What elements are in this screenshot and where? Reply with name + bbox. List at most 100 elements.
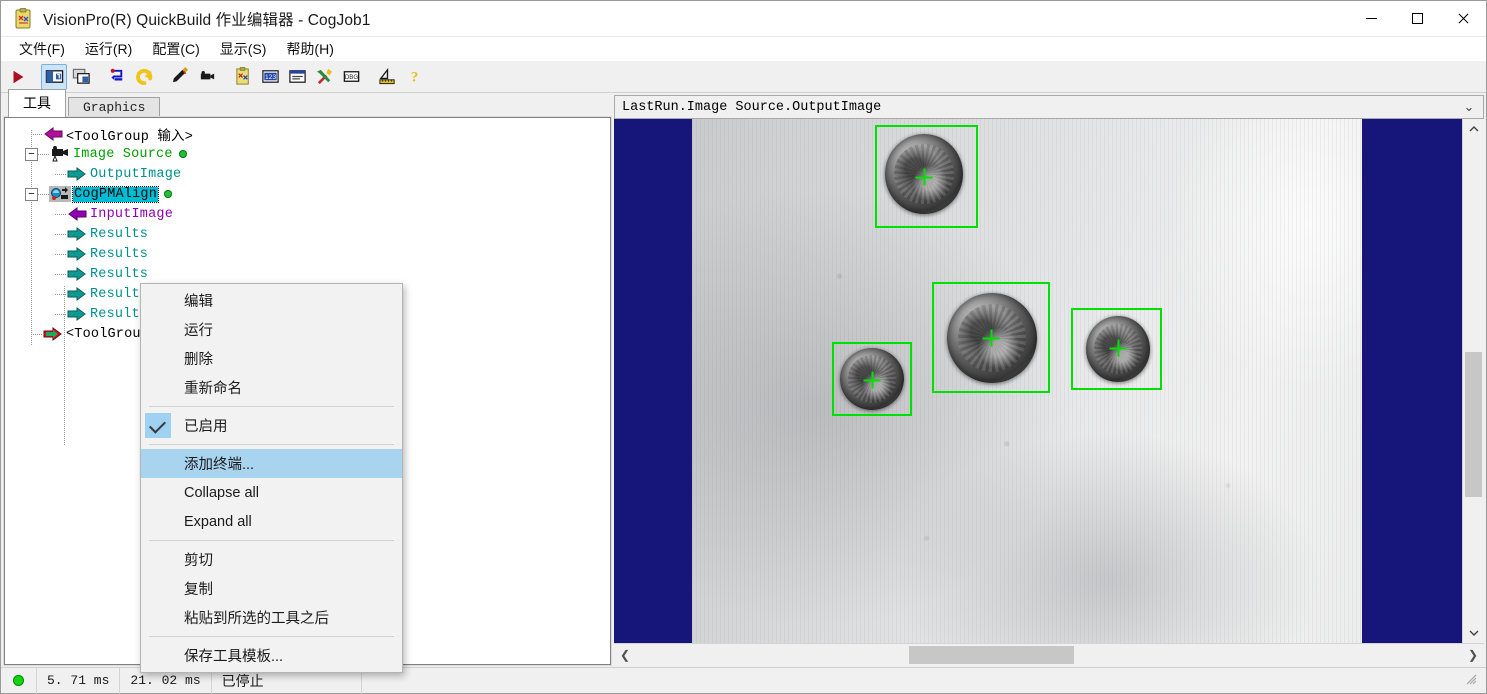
menu-help[interactable]: 帮助(H) [276,37,343,61]
coin-3-center-cross [1109,339,1127,357]
tree-node-label: Results [90,246,149,262]
vertical-scroll-track[interactable] [1463,139,1484,623]
scroll-right-arrow-icon[interactable]: ❯ [1462,648,1484,662]
ctx-delete[interactable]: 删除 [141,344,402,373]
calibration-icon[interactable] [374,64,400,90]
show-results-panel-icon[interactable] [68,64,94,90]
ctx-collapse-all[interactable]: Collapse all [141,478,402,507]
close-button[interactable] [1440,1,1486,37]
arrow-out-icon [66,266,88,282]
coin-1-center-cross [915,168,933,186]
tree-node-image-source[interactable]: − Image Source [5,144,610,164]
svg-text:?: ? [410,69,418,86]
image-horizontal-scrollbar[interactable]: ❮ ❯ [614,643,1484,665]
maximize-button[interactable] [1394,1,1440,37]
tree-node-label: Image Source [73,146,173,162]
expander-minus-icon[interactable]: − [25,187,38,201]
help-icon[interactable]: ? [401,64,427,90]
run-icon[interactable] [5,64,31,90]
status-spacer [362,668,1464,694]
arrow-out-icon [66,226,88,242]
vertical-scroll-thumb[interactable] [1465,351,1482,498]
ctx-run[interactable]: 运行 [141,315,402,344]
undo-icon[interactable] [131,64,157,90]
ctx-copy[interactable]: 复制 [141,574,402,603]
tab-strip: 工具 Graphics [4,89,611,118]
menu-file[interactable]: 文件(F) [9,37,75,61]
scroll-down-arrow-icon[interactable] [1463,623,1484,643]
tree-node-toolgroup-input[interactable]: <ToolGroup 输入> [5,124,610,145]
tree-node-outputimage[interactable]: OutputImage [5,164,610,184]
menu-bar: 文件(F) 运行(R) 配置(C) 显示(S) 帮助(H) [1,37,1486,61]
tab-tools[interactable]: 工具 [8,89,66,117]
tree-node-results[interactable]: Results [5,244,610,264]
scroll-up-arrow-icon[interactable] [1463,119,1484,139]
job-properties-icon[interactable] [230,64,256,90]
arrow-out-icon [66,166,88,182]
green-led-icon [13,675,24,686]
tree-node-results[interactable]: Results [5,264,610,284]
tree-dotline [55,313,66,315]
menu-run[interactable]: 运行(R) [75,37,142,61]
ctx-enabled-label: 已启用 [184,419,228,435]
image-source-label: LastRun.Image Source.OutputImage [622,99,882,115]
expander-minus-icon[interactable]: − [25,147,38,161]
tree-dotline [55,213,66,215]
arrow-out-icon [66,246,88,262]
tree-node-inputimage[interactable]: InputImage [5,204,610,224]
resize-grip-icon[interactable] [1464,672,1482,690]
image-edit-icon[interactable] [167,64,193,90]
status-time-current: 5. 71 ms [37,667,121,694]
tree-dotline [55,253,66,255]
checkmark-icon [149,416,166,434]
show-tool-panel-icon[interactable] [41,63,67,90]
menu-config[interactable]: 配置(C) [142,37,209,61]
ctx-expand-all[interactable]: Expand all [141,507,402,536]
image-viewport[interactable] [614,119,1462,643]
horizontal-scroll-thumb[interactable] [908,645,1074,664]
clipboard-icon [12,7,34,30]
context-menu-separator [149,406,394,407]
minimize-button[interactable] [1348,1,1394,37]
tab-graphics[interactable]: Graphics [68,97,161,118]
numeric-display-icon[interactable]: 123 [257,64,283,90]
arrow-out-icon [42,326,64,342]
arrow-out-icon [66,306,88,322]
tree-dotline [31,133,42,135]
ctx-rename[interactable]: 重新命名 [141,373,402,402]
scroll-left-arrow-icon[interactable]: ❮ [614,648,636,662]
image-source-header[interactable]: LastRun.Image Source.OutputImage ⌄ [614,95,1484,119]
horizontal-scroll-track[interactable] [636,644,1462,666]
ctx-paste-after[interactable]: 粘贴到所选的工具之后 [141,603,402,632]
image-vertical-scrollbar[interactable] [1462,119,1484,643]
tree-dotline [55,273,66,275]
tree-node-results[interactable]: Results [5,224,610,244]
arrow-out-icon [66,286,88,302]
context-menu[interactable]: 编辑 运行 删除 重新命名 已启用 添加终端... Collapse all E… [140,283,403,673]
tree-dotline [55,233,66,235]
camera-icon[interactable] [194,64,220,90]
context-menu-separator [149,444,394,445]
camera-node-icon [49,146,71,162]
toolbar: 123 DBG ? [1,61,1486,93]
status-dot-icon [164,190,173,198]
chevron-down-icon[interactable]: ⌄ [1455,99,1483,115]
tools-icon[interactable] [311,64,337,90]
ctx-edit[interactable]: 编辑 [141,286,402,315]
tree-dotline [55,293,66,295]
ctx-enabled[interactable]: 已启用 [141,411,402,440]
debug-icon[interactable]: DBG [338,64,364,90]
application-window: VisionPro(R) QuickBuild 作业编辑器 - CogJob1 … [0,0,1487,694]
tree-node-label: OutputImage [90,166,182,182]
tree-node-label: Results [90,226,149,242]
list-display-icon[interactable] [284,64,310,90]
tree-dotline [55,173,66,175]
tree-node-cogpmalign[interactable]: − CogPMAlign [5,184,610,204]
ctx-cut[interactable]: 剪切 [141,545,402,574]
ctx-save-template[interactable]: 保存工具模板... [141,641,402,670]
coin-4-center-cross [863,371,881,389]
main-body: 工具 Graphics <ToolGroup 输入> − Image Sourc… [1,89,1486,673]
ctx-add-terminal[interactable]: 添加终端... [141,449,402,478]
flow-link-icon[interactable] [104,64,130,90]
menu-display[interactable]: 显示(S) [210,37,277,61]
